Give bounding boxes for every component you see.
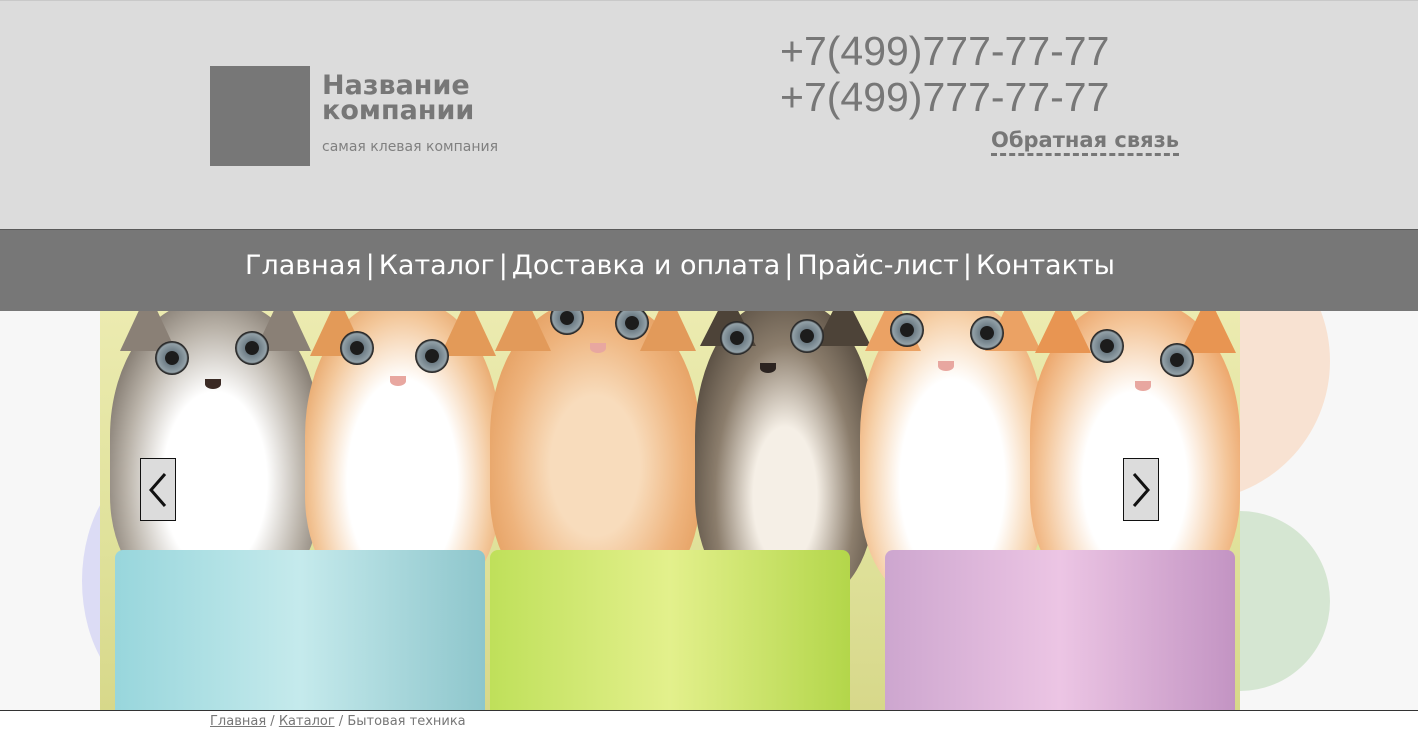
nav-item-contacts[interactable]: Контакты [976,250,1115,281]
nav-separator: | [962,250,972,281]
divider [0,710,1418,711]
nav-item-catalog[interactable]: Каталог [379,250,495,281]
phone-number-2[interactable]: +7(499)777-77-77 [780,75,1109,119]
pot-blue [115,550,485,710]
breadcrumb-home[interactable]: Главная [210,714,266,729]
nav-separator: | [498,250,508,281]
chevron-right-icon [1132,472,1150,507]
slider-prev-button[interactable] [140,458,176,521]
nav-separator: | [784,250,794,281]
pot-green [490,550,850,710]
image-slider [100,311,1240,710]
chevron-left-icon [149,472,167,507]
breadcrumb-catalog[interactable]: Каталог [279,714,335,729]
pot-pink [885,550,1235,710]
nav-item-delivery[interactable]: Доставка и оплата [512,250,780,281]
nav-item-pricelist[interactable]: Прайс-лист [797,250,959,281]
breadcrumb-separator: / [270,714,275,729]
nav-separator: | [365,250,375,281]
company-name[interactable]: Название компании [322,72,542,124]
nav-item-home[interactable]: Главная [245,250,362,281]
breadcrumb: Главная / Каталог / Бытовая техника [210,714,466,729]
feedback-link[interactable]: Обратная связь [991,127,1180,156]
main-nav: Главная | Каталог | Доставка и оплата | Прайс-… [0,229,1418,312]
breadcrumb-current: Бытовая техника [347,714,466,729]
slider-next-button[interactable] [1123,458,1159,521]
site-header: Название компании самая клевая компания … [0,0,1418,229]
company-logo[interactable] [210,66,310,166]
company-tagline: самая клевая компания [322,139,498,155]
nav-menu: Главная | Каталог | Доставка и оплата | Прайс-… [245,250,1115,281]
slide-image-kittens [100,311,1240,710]
breadcrumb-separator: / [338,714,344,729]
phone-number-1[interactable]: +7(499)777-77-77 [780,29,1109,73]
